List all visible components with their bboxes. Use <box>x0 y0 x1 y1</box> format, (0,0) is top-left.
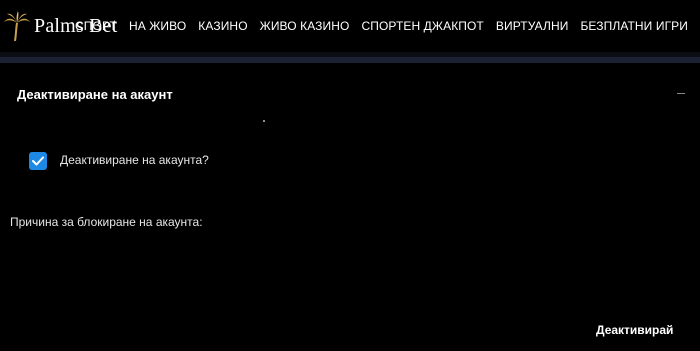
nav-item-sport[interactable]: СПОРТ <box>69 19 123 33</box>
top-navigation-bar: Palms Bet СПОРТ НА ЖИВО КАЗИНО ЖИВО КАЗИ… <box>0 0 700 52</box>
nav-item-sport-jackpot[interactable]: СПОРТЕН ДЖАКПОТ <box>355 19 489 33</box>
nav-item-live-casino[interactable]: ЖИВО КАЗИНО <box>254 19 356 33</box>
deactivate-checkbox-label[interactable]: Деактивиране на акаунта? <box>60 153 209 167</box>
reason-label: Причина за блокиране на акаунта: <box>10 215 203 229</box>
nav-item-casino[interactable]: КАЗИНО <box>192 19 253 33</box>
nav-item-free-games[interactable]: БЕЗПЛАТНИ ИГРИ <box>574 19 694 33</box>
nav-item-virtual[interactable]: ВИРТУАЛНИ <box>490 19 575 33</box>
collapse-icon[interactable] <box>677 85 687 95</box>
main-nav: СПОРТ НА ЖИВО КАЗИНО ЖИВО КАЗИНО СПОРТЕН… <box>69 0 694 52</box>
section-title: Деактивиране на акаунт <box>17 87 173 102</box>
header-divider <box>0 57 700 63</box>
deactivate-button[interactable]: Деактивирай <box>596 323 673 337</box>
dot-divider <box>263 120 265 122</box>
palm-tree-icon <box>4 11 30 41</box>
checkmark-icon <box>32 156 44 166</box>
deactivate-checkbox[interactable] <box>29 152 47 170</box>
nav-item-live[interactable]: НА ЖИВО <box>123 19 192 33</box>
